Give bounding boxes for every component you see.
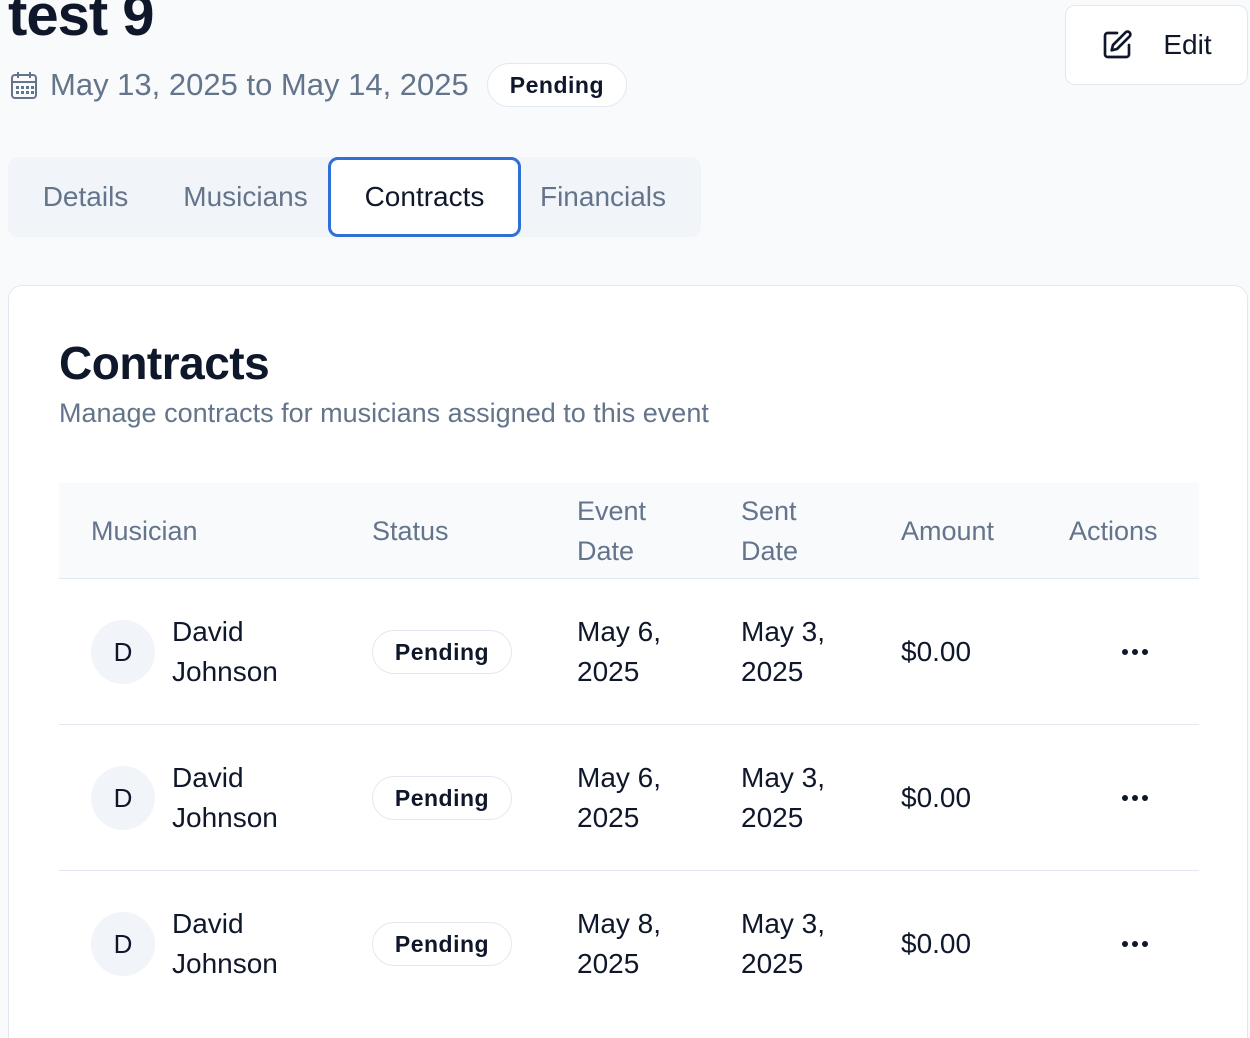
- avatar: D: [91, 620, 155, 684]
- column-musician: Musician: [91, 516, 198, 546]
- contracts-table: Musician Status Event Date Sent Date Amo…: [59, 483, 1199, 1017]
- more-horizontal-icon[interactable]: [1115, 924, 1155, 964]
- more-horizontal-icon[interactable]: [1115, 778, 1155, 818]
- event-date-line1: May 8,: [577, 908, 662, 939]
- table-header: Musician Status Event Date Sent Date Amo…: [59, 483, 1199, 579]
- musician-last-name: Johnson: [172, 948, 278, 979]
- event-date-range: May 13, 2025 to May 14, 2025: [50, 67, 469, 102]
- musician-first-name: David: [172, 762, 244, 793]
- event-date-row: May 13, 2025 to May 14, 2025 Pending: [10, 62, 628, 108]
- more-horizontal-icon[interactable]: [1115, 632, 1155, 672]
- table-row: D David Johnson Pending May 8, 2025 May 3…: [59, 871, 1199, 1017]
- event-date-line2: 2025: [577, 656, 640, 687]
- column-actions: Actions: [1069, 516, 1158, 546]
- musician-last-name: Johnson: [172, 656, 278, 687]
- event-date-line2: 2025: [577, 802, 640, 833]
- pencil-square-icon: [1101, 29, 1133, 61]
- column-sent-date: Sent Date: [741, 496, 799, 566]
- musician-first-name: David: [172, 616, 244, 647]
- column-status: Status: [372, 516, 449, 546]
- status-badge: Pending: [372, 630, 512, 674]
- calendar-icon: [10, 70, 38, 100]
- sent-date-cell: May 3, 2025: [741, 725, 825, 871]
- actions-cell: [1115, 725, 1155, 871]
- edit-label: Edit: [1163, 29, 1212, 60]
- sent-date-cell: May 3, 2025: [741, 871, 825, 1017]
- event-date-cell: May 6, 2025: [577, 725, 661, 871]
- amount-cell: $0.00: [901, 636, 972, 667]
- table-row: D David Johnson Pending May 6, 2025 May 3…: [59, 579, 1199, 725]
- status-badge: Pending: [372, 922, 512, 966]
- actions-cell: [1115, 579, 1155, 725]
- avatar: D: [91, 912, 155, 976]
- event-date-line1: May 6,: [577, 616, 662, 647]
- musician-first-name: David: [172, 908, 244, 939]
- sent-date-cell: May 3, 2025: [741, 579, 825, 725]
- avatar: D: [91, 766, 155, 830]
- musician-cell: D David Johnson: [91, 725, 278, 871]
- sent-date-line2: 2025: [741, 656, 804, 687]
- event-date-line2: 2025: [577, 948, 640, 979]
- edit-button[interactable]: Edit: [1065, 5, 1248, 85]
- contracts-card: Contracts Manage contracts for musicians…: [8, 285, 1248, 1038]
- tab-financials[interactable]: Financials: [523, 157, 683, 237]
- column-amount: Amount: [901, 516, 995, 546]
- page-title: test 9: [8, 0, 155, 48]
- status-cell: Pending: [372, 871, 512, 1017]
- tab-contracts[interactable]: Contracts: [328, 157, 521, 237]
- contracts-title: Contracts: [59, 337, 270, 389]
- event-date-cell: May 8, 2025: [577, 871, 661, 1017]
- musician-cell: D David Johnson: [91, 871, 278, 1017]
- column-event-date: Event Date: [577, 496, 647, 566]
- contracts-subtitle: Manage contracts for musicians assigned …: [59, 398, 709, 428]
- amount-cell: $0.00: [901, 782, 972, 813]
- actions-cell: [1115, 871, 1155, 1017]
- event-date-cell: May 6, 2025: [577, 579, 661, 725]
- tab-details[interactable]: Details: [18, 157, 153, 237]
- table-row: D David Johnson Pending May 6, 2025 May 3…: [59, 725, 1199, 871]
- sent-date-line1: May 3,: [741, 908, 826, 939]
- status-badge: Pending: [372, 776, 512, 820]
- tab-musicians[interactable]: Musicians: [163, 157, 328, 237]
- tab-list: Details Musicians Contracts Financials: [8, 157, 701, 237]
- musician-last-name: Johnson: [172, 802, 278, 833]
- musician-cell: D David Johnson: [91, 579, 278, 725]
- amount-cell: $0.00: [901, 928, 972, 959]
- sent-date-line1: May 3,: [741, 762, 826, 793]
- sent-date-line2: 2025: [741, 802, 804, 833]
- event-status-badge: Pending: [486, 63, 628, 107]
- sent-date-line1: May 3,: [741, 616, 826, 647]
- status-cell: Pending: [372, 725, 512, 871]
- sent-date-line2: 2025: [741, 948, 804, 979]
- status-cell: Pending: [372, 579, 512, 725]
- event-date-line1: May 6,: [577, 762, 662, 793]
